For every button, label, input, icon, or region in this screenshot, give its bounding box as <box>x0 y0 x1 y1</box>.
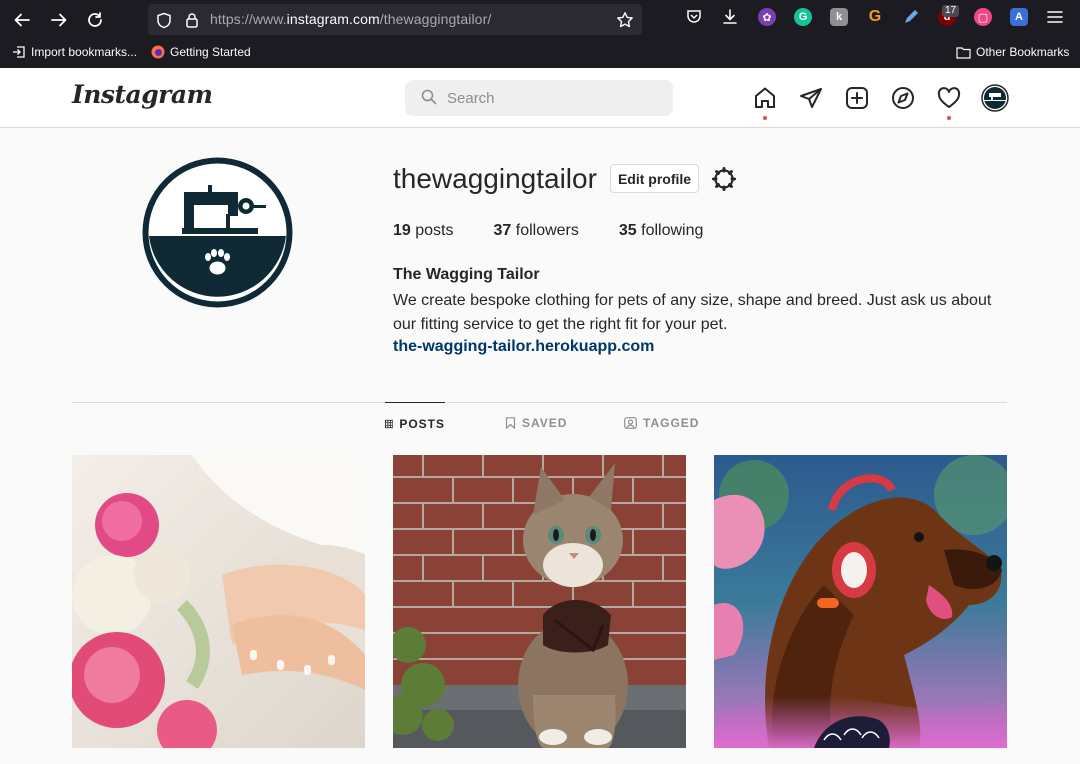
posts-stat: 19 posts <box>393 222 454 240</box>
star-icon[interactable] <box>615 10 635 30</box>
url-text[interactable]: https://www.instagram.com/thewaggingtail… <box>210 11 491 27</box>
home-icon <box>755 87 775 108</box>
translate-icon[interactable]: A <box>1010 8 1028 26</box>
profile-full-name: The Wagging Tailor <box>393 266 540 283</box>
url-prefix: https://www. <box>210 11 287 27</box>
gear-icon <box>712 167 736 191</box>
tab-label: TAGGED <box>643 416 700 430</box>
browser-chrome: https://www.instagram.com/thewaggingtail… <box>0 0 1080 68</box>
followers-label: followers <box>515 222 579 239</box>
post-image-cat-harness <box>393 455 686 748</box>
posts-label: posts <box>415 222 454 239</box>
extension-badge: 17 <box>942 5 960 17</box>
following-stat[interactable]: 35 following <box>619 222 704 240</box>
activity-button[interactable] <box>935 84 963 112</box>
search-input[interactable] <box>447 86 657 110</box>
followers-stat[interactable]: 37 followers <box>494 222 579 240</box>
tab-saved[interactable]: SAVED <box>505 402 567 442</box>
url-bar[interactable]: https://www.instagram.com/thewaggingtail… <box>148 4 642 35</box>
grammarly-icon[interactable]: G <box>794 8 812 26</box>
tab-label: SAVED <box>522 416 568 430</box>
post-thumbnail[interactable] <box>714 455 1007 748</box>
direct-messages-button[interactable] <box>797 84 825 112</box>
other-bookmarks-label: Other Bookmarks <box>976 45 1070 59</box>
back-arrow-icon <box>14 13 30 27</box>
other-bookmarks[interactable]: Other Bookmarks <box>956 45 1069 59</box>
post-thumbnail[interactable] <box>393 455 686 748</box>
bookmark-import[interactable]: Import bookmarks... <box>12 45 137 59</box>
instagram-header: Instagram <box>0 68 1080 128</box>
followers-count: 37 <box>493 222 512 239</box>
download-icon[interactable] <box>721 8 739 26</box>
import-icon <box>13 46 25 58</box>
plus-square-icon <box>846 87 868 109</box>
profile-bio: We create bespoke clothing for pets of a… <box>393 292 992 333</box>
shield-icon[interactable] <box>154 10 174 30</box>
firefox-icon <box>151 45 165 59</box>
extension-pink-icon[interactable]: ▢ <box>974 8 992 26</box>
posts-count: 19 <box>393 222 411 239</box>
bookmark-label: Getting Started <box>170 45 251 59</box>
heart-icon <box>937 87 961 108</box>
profile-stats: 19 posts 37 followers 35 following <box>393 222 743 240</box>
following-label: following <box>641 222 704 239</box>
post-image-wedding-hands <box>72 455 365 748</box>
profile-username: thewaggingtailor <box>393 163 597 194</box>
url-domain: instagram.com <box>286 11 380 27</box>
instagram-logo[interactable]: Instagram <box>72 80 213 109</box>
post-image-dog-headphones <box>714 455 1007 748</box>
edit-profile-button[interactable]: Edit profile <box>610 164 699 193</box>
reload-icon <box>88 12 102 27</box>
extension-gray-icon[interactable]: k <box>830 8 848 26</box>
settings-button[interactable] <box>710 165 738 193</box>
bookmark-getting-started[interactable]: Getting Started <box>151 45 251 59</box>
profile-website-link[interactable]: the-wagging-tailor.herokuapp.com <box>393 338 654 356</box>
explore-button[interactable] <box>889 84 917 112</box>
forward-button[interactable] <box>45 6 73 34</box>
extension-orange-icon[interactable]: G <box>866 8 884 26</box>
extension-purple-icon[interactable]: ✿ <box>758 8 776 26</box>
wagging-tailor-logo <box>142 157 293 308</box>
activity-notification-dot <box>947 116 951 120</box>
tab-tagged[interactable]: TAGGED <box>624 402 699 442</box>
paper-plane-icon <box>800 88 822 108</box>
search-box[interactable] <box>405 80 673 116</box>
tag-icon <box>624 417 637 429</box>
folder-icon <box>956 46 971 59</box>
grid-icon <box>385 419 394 428</box>
avatar <box>981 84 1009 112</box>
compass-icon <box>892 87 914 109</box>
bookmark-icon <box>505 417 516 429</box>
url-path: /thewaggingtailor/ <box>379 11 492 27</box>
bookmark-label: Import bookmarks... <box>31 45 138 59</box>
forward-arrow-icon <box>51 13 67 27</box>
pocket-icon[interactable] <box>685 8 703 26</box>
lock-icon[interactable] <box>182 10 202 30</box>
tab-posts[interactable]: POSTS <box>385 402 445 442</box>
home-notification-dot <box>763 116 767 120</box>
new-post-button[interactable] <box>843 84 871 112</box>
search-icon <box>421 89 437 105</box>
post-thumbnail[interactable] <box>72 455 365 748</box>
profile-picture[interactable] <box>142 157 293 308</box>
pen-icon[interactable] <box>902 8 920 26</box>
back-button[interactable] <box>8 6 36 34</box>
following-count: 35 <box>618 222 637 239</box>
tab-label: POSTS <box>399 416 445 431</box>
home-button[interactable] <box>751 84 779 112</box>
reload-button[interactable] <box>81 6 109 34</box>
menu-icon[interactable] <box>1046 8 1064 26</box>
profile-avatar-button[interactable] <box>981 84 1009 112</box>
